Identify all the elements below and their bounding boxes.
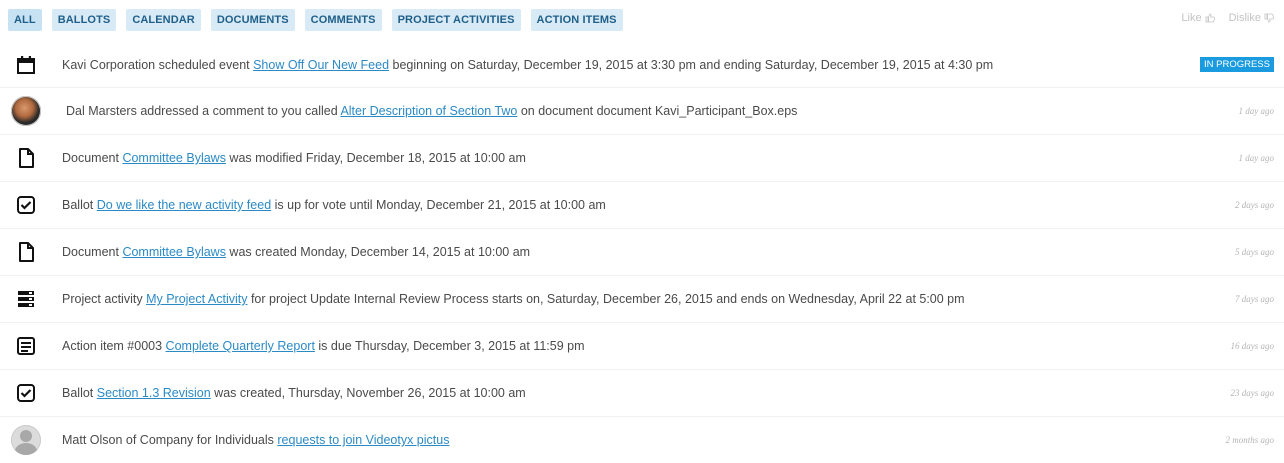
- feed-item: Document Committee Bylaws was modified F…: [0, 135, 1284, 182]
- filter-calendar[interactable]: CALENDAR: [126, 9, 201, 31]
- feed-text-post: is up for vote until Monday, December 21…: [271, 198, 606, 212]
- timestamp: 2 months ago: [1225, 435, 1274, 445]
- filter-tabs: ALL BALLOTS CALENDAR DOCUMENTS COMMENTS …: [8, 9, 623, 31]
- feed-text-post: on document document Kavi_Participant_Bo…: [517, 104, 798, 118]
- feed-text-pre: Kavi Corporation scheduled event: [62, 57, 254, 72]
- calendar-icon: [10, 49, 42, 81]
- avatar: [11, 96, 41, 126]
- thumbs-down-icon: [1264, 13, 1274, 23]
- feed-text-post: was created Monday, December 14, 2015 at…: [225, 245, 531, 259]
- timestamp: 23 days ago: [1230, 388, 1275, 398]
- filter-documents[interactable]: DOCUMENTS: [210, 9, 295, 31]
- user-avatar-icon: [10, 95, 42, 127]
- feed-item: Document Committee Bylaws was created Mo…: [0, 229, 1284, 276]
- document-icon: [10, 236, 42, 268]
- feed-link[interactable]: requests to join Videotyx pictus: [277, 433, 449, 447]
- feed-item: Matt Olson of Company for Individuals re…: [0, 417, 1284, 463]
- like-button[interactable]: Like: [1181, 12, 1215, 24]
- feed-text-pre: Matt Olson of Company for Individuals: [62, 433, 278, 447]
- feed-text: Matt Olson of Company for Individuals re…: [62, 433, 449, 447]
- feed-text-post: for project Update Internal Review Proce…: [247, 292, 965, 306]
- feed-link[interactable]: Do we like the new activity feed: [97, 198, 271, 212]
- feed-text: Kavi Corporation scheduled event Show Of…: [62, 58, 993, 72]
- feed-text: Ballot Do we like the new activity feed …: [62, 198, 606, 212]
- feed-text-post: beginning on Saturday, December 19, 2015…: [389, 57, 994, 72]
- reaction-controls: Like Dislike: [1181, 12, 1274, 24]
- document-icon: [10, 142, 42, 174]
- filter-comments[interactable]: COMMENTS: [304, 9, 382, 31]
- feed-text: Document Committee Bylaws was modified F…: [62, 151, 526, 165]
- feed-link[interactable]: Alter Description of Section Two: [340, 104, 517, 118]
- feed-text: Action item #0003 Complete Quarterly Rep…: [62, 339, 585, 353]
- timestamp: 2 days ago: [1235, 200, 1274, 210]
- timestamp: 1 day ago: [1238, 106, 1275, 116]
- feed-item: Ballot Do we like the new activity feed …: [0, 182, 1284, 229]
- feed-text-pre: Action item #0003: [62, 339, 166, 353]
- feed-text-pre: Dal Marsters addressed a comment to you …: [66, 104, 341, 118]
- dislike-label: Dislike: [1228, 12, 1261, 24]
- timestamp: 5 days ago: [1235, 247, 1274, 257]
- feed-link[interactable]: Committee Bylaws: [122, 151, 226, 165]
- ballot-check-icon: [10, 377, 42, 409]
- timestamp: 7 days ago: [1235, 294, 1274, 304]
- status-badge: IN PROGRESS: [1200, 57, 1274, 72]
- feed-link[interactable]: My Project Activity: [146, 292, 247, 306]
- feed-text-post: is due Thursday, December 3, 2015 at 11:…: [314, 339, 585, 353]
- feed-link[interactable]: Section 1.3 Revision: [97, 386, 211, 400]
- feed-link[interactable]: Complete Quarterly Report: [166, 339, 315, 353]
- feed-item: Kavi Corporation scheduled event Show Of…: [0, 42, 1284, 88]
- feed-text-pre: Document: [62, 151, 123, 165]
- feed-text-post: was created, Thursday, November 26, 2015…: [210, 386, 526, 400]
- filter-project-activities[interactable]: PROJECT ACTIVITIES: [391, 9, 521, 31]
- feed-item: Action item #0003 Complete Quarterly Rep…: [0, 323, 1284, 370]
- feed-link[interactable]: Show Off Our New Feed: [253, 58, 389, 72]
- project-activity-icon: [10, 283, 42, 315]
- feed-text-pre: Ballot: [62, 386, 97, 400]
- filter-bar: ALL BALLOTS CALENDAR DOCUMENTS COMMENTS …: [0, 0, 1284, 40]
- filter-action-items[interactable]: ACTION ITEMS: [530, 9, 623, 31]
- dislike-button[interactable]: Dislike: [1229, 12, 1274, 24]
- feed-text: Document Committee Bylaws was created Mo…: [62, 245, 530, 259]
- feed-link[interactable]: Committee Bylaws: [122, 245, 226, 259]
- feed-text-pre: Project activity: [62, 292, 147, 306]
- feed-text-post: was modified Friday, December 18, 2015 a…: [225, 151, 526, 165]
- feed-item: Project activity My Project Activity for…: [0, 276, 1284, 323]
- avatar: [11, 425, 41, 455]
- feed-item: Dal Marsters addressed a comment to you …: [0, 88, 1284, 135]
- feed-text: Ballot Section 1.3 Revision was created,…: [62, 386, 526, 400]
- feed-item: Ballot Section 1.3 Revision was created,…: [0, 370, 1284, 417]
- default-avatar-icon: [10, 424, 42, 456]
- feed-text-pre: Ballot: [62, 198, 97, 212]
- feed-text: Project activity My Project Activity for…: [62, 292, 965, 306]
- feed-text: Dal Marsters addressed a comment to you …: [66, 104, 797, 118]
- action-item-icon: [10, 330, 42, 362]
- timestamp: 1 day ago: [1238, 153, 1275, 163]
- like-label: Like: [1181, 12, 1202, 24]
- filter-ballots[interactable]: BALLOTS: [51, 9, 117, 31]
- activity-feed: Kavi Corporation scheduled event Show Of…: [0, 42, 1284, 463]
- ballot-check-icon: [10, 189, 42, 221]
- filter-all[interactable]: ALL: [8, 9, 42, 31]
- feed-text-pre: Document: [62, 245, 123, 259]
- thumbs-up-icon: [1205, 13, 1215, 23]
- timestamp: 16 days ago: [1230, 341, 1275, 351]
